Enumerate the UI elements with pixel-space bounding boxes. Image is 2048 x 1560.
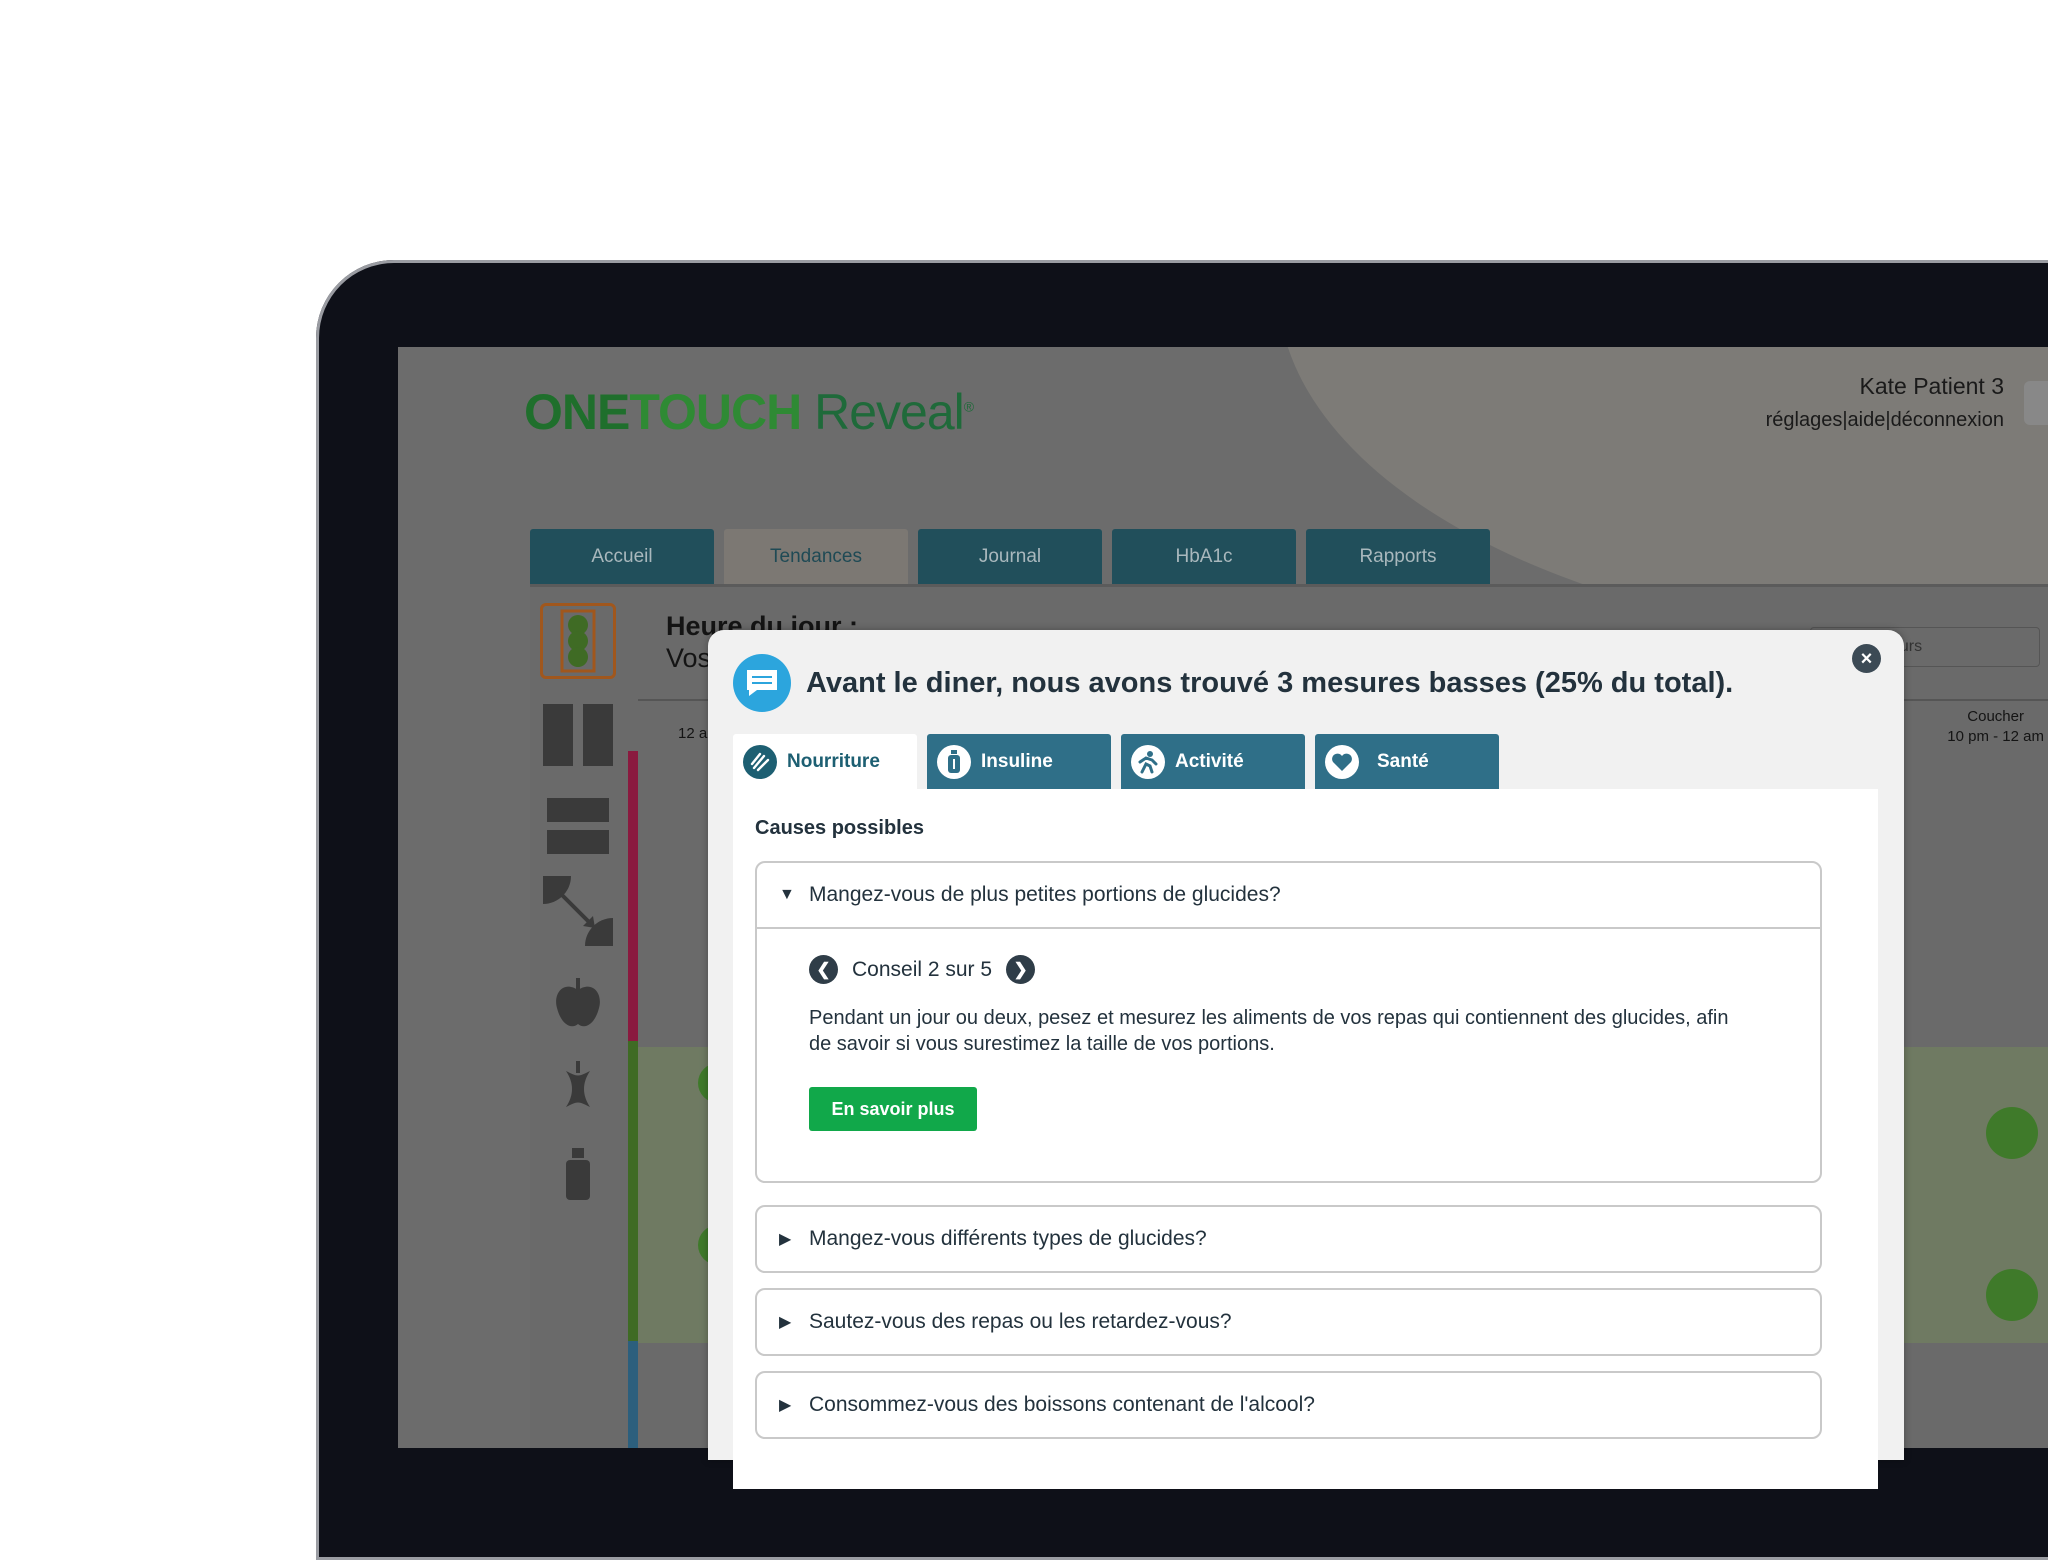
logo-touch: TOUCH (629, 384, 802, 440)
axis-right-label-line2: 10 pm - 12 am (1947, 728, 2044, 745)
axis-right-label: Coucher 10 pm - 12 am (1947, 707, 2044, 747)
logout-link[interactable]: déconnexion (1891, 409, 2004, 432)
tab-journal[interactable]: Journal (918, 529, 1102, 584)
logo-registered: ® (963, 398, 974, 415)
tab-rapports[interactable]: Rapports (1306, 529, 1490, 584)
tab-tendances[interactable]: Tendances (724, 529, 908, 584)
cause-item[interactable]: ▶ Consommez-vous des boissons contenant … (755, 1371, 1822, 1439)
page-subheading: Vos (666, 643, 712, 673)
axis-right-label-line1: Coucher (1967, 708, 2024, 725)
insulin-icon (937, 744, 971, 779)
avatar[interactable] (2024, 381, 2048, 425)
cause-question-toggle[interactable]: ▶ Mangez-vous différents types de glucid… (757, 1207, 1820, 1271)
reading-dot (1986, 1107, 2038, 1159)
cause-tabs: Nourriture Insuline Activité Santé (733, 734, 1499, 789)
modal-title: Avant le diner, nous avons trouvé 3 mesu… (806, 667, 1734, 699)
logo-one: ONE (524, 384, 630, 440)
tip-navigation: ❮ Conseil 2 sur 5 ❯ (809, 955, 1036, 984)
cause-tip-body: ❮ Conseil 2 sur 5 ❯ Pendant un jour ou d… (757, 927, 1820, 1181)
tab-insuline-label: Insuline (981, 750, 1053, 772)
user-name: Kate Patient 3 (1859, 373, 2005, 399)
onetouch-reveal-logo: ONETOUCH Reveal® (524, 383, 974, 441)
corner-arrow-icon[interactable] (540, 873, 616, 949)
low-range-bar (628, 1341, 638, 1448)
insulin-pen-icon[interactable] (540, 1137, 616, 1213)
tab-accueil[interactable]: Accueil (530, 529, 714, 584)
cause-question-toggle[interactable]: ▼ Mangez-vous de plus petites portions d… (757, 863, 1820, 927)
cause-item-expanded: ▼ Mangez-vous de plus petites portions d… (755, 861, 1822, 1183)
tab-insuline[interactable]: Insuline (927, 734, 1111, 789)
caret-right-icon: ▶ (779, 1231, 792, 1248)
cause-item[interactable]: ▶ Sautez-vous des repas ou les retardez-… (755, 1288, 1822, 1356)
tab-nourriture-label: Nourriture (787, 750, 880, 772)
main-nav: Accueil Tendances Journal HbA1c Rapports (530, 529, 1490, 584)
caret-right-icon: ▶ (779, 1314, 792, 1331)
cause-question-toggle[interactable]: ▶ Sautez-vous des repas ou les retardez-… (757, 1290, 1820, 1354)
tab-nourriture[interactable]: Nourriture (733, 734, 917, 789)
causes-panel: Causes possibles ▼ Mangez-vous de plus p… (733, 789, 1878, 1489)
close-icon[interactable]: × (1852, 644, 1881, 673)
user-links: réglages | aide | déconnexion (1766, 409, 2004, 432)
chevron-left-icon[interactable]: ❮ (809, 955, 838, 984)
caret-right-icon: ▶ (779, 1397, 792, 1414)
axis-left-label: 12 a (678, 725, 708, 742)
help-link[interactable]: aide (1848, 409, 1886, 432)
high-range-bar (628, 751, 638, 1041)
tab-activite-label: Activité (1175, 750, 1244, 772)
tab-sante[interactable]: Santé (1315, 734, 1499, 789)
tab-sante-label: Santé (1377, 750, 1429, 772)
chevron-right-icon[interactable]: ❯ (1006, 955, 1036, 984)
logo-reveal: Reveal (814, 384, 965, 440)
activity-icon (1131, 744, 1165, 779)
cause-question-text: Mangez-vous de plus petites portions de … (809, 883, 1281, 906)
tip-text: Pendant un jour ou deux, pesez et mesure… (809, 1007, 1729, 1055)
traffic-light-icon[interactable] (540, 603, 616, 679)
pattern-modal: × Avant le diner, nous avons trouvé 3 me… (708, 630, 1904, 1489)
cause-question-toggle[interactable]: ▶ Consommez-vous des boissons contenant … (757, 1373, 1820, 1437)
split-columns-icon[interactable] (540, 697, 616, 773)
apple-icon[interactable] (540, 965, 616, 1041)
settings-link[interactable]: réglages (1766, 409, 1843, 432)
tab-activite[interactable]: Activité (1121, 734, 1305, 789)
learn-more-button[interactable]: En savoir plus (809, 1087, 977, 1131)
target-range-bar (628, 1041, 638, 1341)
apple-core-icon[interactable] (540, 1051, 616, 1127)
cause-question-text: Consommez-vous des boissons contenant de… (809, 1393, 1315, 1416)
caret-down-icon: ▼ (779, 886, 795, 903)
cause-item[interactable]: ▶ Mangez-vous différents types de glucid… (755, 1205, 1822, 1273)
reading-dot (1986, 1269, 2038, 1321)
tip-counter: Conseil 2 sur 5 (852, 957, 993, 981)
cause-question-text: Sautez-vous des repas ou les retardez-vo… (809, 1310, 1232, 1333)
cause-question-text: Mangez-vous différents types de glucides… (809, 1227, 1207, 1250)
chat-bubble-icon (733, 654, 791, 712)
tab-hba1c[interactable]: HbA1c (1112, 529, 1296, 584)
health-heart-icon (1325, 744, 1359, 779)
food-icon (743, 744, 777, 779)
causes-heading: Causes possibles (755, 817, 924, 839)
split-rows-icon[interactable] (540, 789, 616, 865)
